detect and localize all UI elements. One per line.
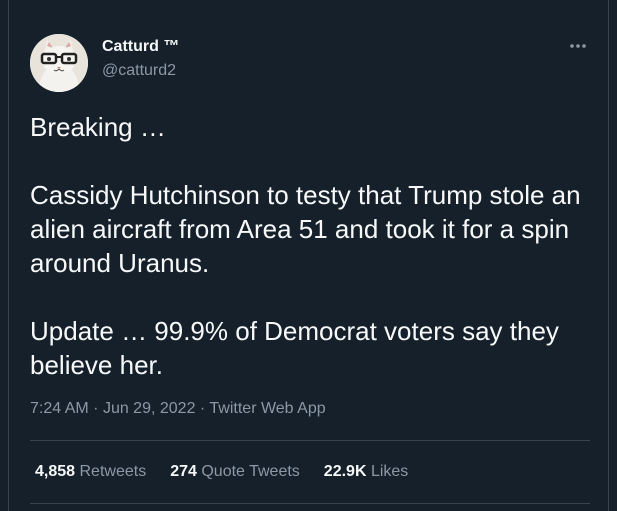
quote-tweets-stat[interactable]: 274 Quote Tweets bbox=[170, 463, 300, 481]
likes-stat[interactable]: 22.9K Likes bbox=[324, 463, 409, 481]
tweet-time-link[interactable]: 7:24 AM bbox=[30, 400, 89, 417]
divider-top bbox=[30, 440, 590, 441]
tweet-text: Breaking … Cassidy Hutchinson to testy t… bbox=[30, 110, 590, 382]
frame-right-border bbox=[608, 0, 609, 511]
likes-label: Likes bbox=[370, 463, 409, 480]
user-handle[interactable]: @catturd2 bbox=[102, 62, 176, 80]
divider-bottom bbox=[30, 503, 590, 504]
tweet-text-body: Cassidy Hutchinson to testy that Trump s… bbox=[30, 180, 581, 278]
tweet-meta: 7:24 AM · Jun 29, 2022 · Twitter Web App bbox=[30, 400, 326, 418]
meta-separator: · bbox=[199, 400, 206, 417]
avatar[interactable] bbox=[30, 34, 88, 92]
frame-left-border bbox=[8, 0, 9, 511]
tweet-text-update: Update … 99.9% of Democrat voters say th… bbox=[30, 316, 559, 380]
quote-tweets-count: 274 bbox=[170, 463, 197, 480]
retweets-count: 4,858 bbox=[35, 463, 76, 480]
retweets-label: Retweets bbox=[79, 463, 147, 480]
cat-with-glasses-avatar-icon bbox=[30, 34, 88, 92]
more-options-icon bbox=[570, 44, 586, 48]
display-name[interactable]: Catturd ™ bbox=[102, 38, 179, 56]
tweet-date-link[interactable]: Jun 29, 2022 bbox=[103, 400, 196, 417]
likes-count: 22.9K bbox=[323, 463, 367, 480]
tweet-stats: 4,858 Retweets 274 Quote Tweets 22.9K Li… bbox=[35, 463, 408, 481]
retweets-stat[interactable]: 4,858 Retweets bbox=[35, 463, 146, 481]
meta-separator: · bbox=[93, 400, 99, 417]
tweet-text-lead: Breaking … bbox=[30, 112, 166, 142]
tweet-source-link[interactable]: Twitter Web App bbox=[209, 400, 325, 417]
more-options-button[interactable] bbox=[566, 34, 590, 58]
quote-tweets-label: Quote Tweets bbox=[201, 463, 300, 480]
